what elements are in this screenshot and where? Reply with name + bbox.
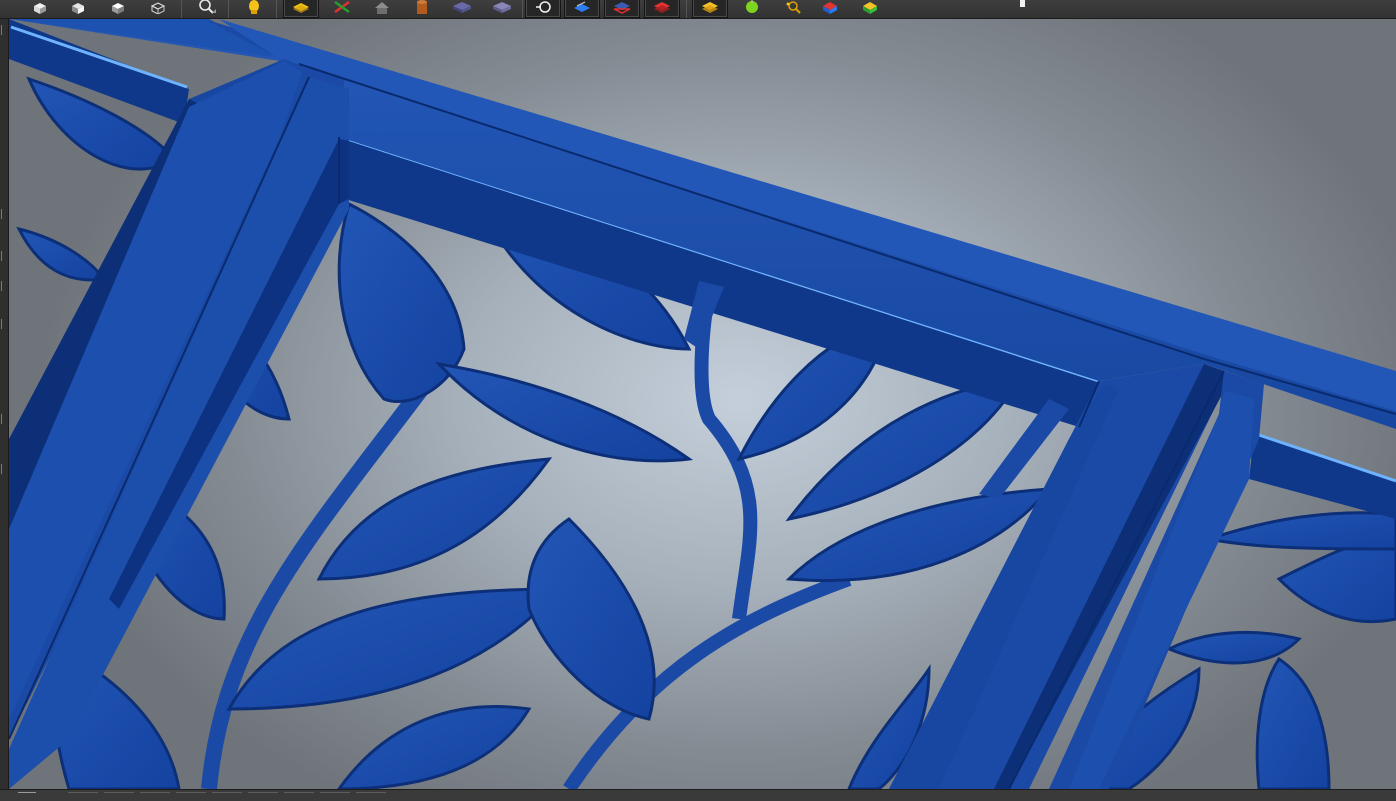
leaf-panel-model: [9, 19, 1396, 789]
bottom-tab[interactable]: [284, 792, 314, 800]
main-toolbar: [0, 0, 1396, 19]
view-front-cube-icon[interactable]: [22, 0, 58, 18]
green-yellow-cube-icon[interactable]: [852, 0, 888, 18]
red-layer-icon[interactable]: [644, 0, 680, 18]
view-top-cube-icon[interactable]: [100, 0, 136, 18]
bottom-tab[interactable]: [176, 792, 206, 800]
bottom-tab[interactable]: [212, 792, 242, 800]
green-sphere-icon[interactable]: [734, 0, 770, 18]
bottom-status-strip: [0, 789, 1396, 801]
left-strip-tick: [1, 209, 6, 219]
red-outline-layer-icon[interactable]: [604, 0, 640, 18]
view-right-cube-icon[interactable]: [60, 0, 96, 18]
rotate-view-icon[interactable]: [525, 0, 561, 18]
left-panel-strip: [0, 19, 9, 789]
cylinder-icon[interactable]: [404, 0, 440, 18]
bottom-tab[interactable]: [140, 792, 170, 800]
toolbar-separator: [181, 0, 182, 18]
bottom-tab[interactable]: [18, 792, 36, 800]
view-iso-cube-icon[interactable]: [140, 0, 176, 18]
transform-axes-icon[interactable]: [324, 0, 360, 18]
toolbar-separator: [228, 0, 229, 18]
bottom-tab[interactable]: [356, 792, 386, 800]
left-strip-tick: [1, 251, 6, 261]
blue-slab-icon[interactable]: [444, 0, 480, 18]
left-strip-handle[interactable]: [1, 25, 6, 35]
blue-layer-icon[interactable]: [564, 0, 600, 18]
house-model-icon[interactable]: [364, 0, 400, 18]
toolbar-separator: [522, 0, 523, 18]
layer-yellow-stack-icon[interactable]: [283, 0, 319, 18]
yellow-layer-icon[interactable]: [692, 0, 728, 18]
3d-viewport[interactable]: [9, 19, 1396, 789]
red-blue-cube-icon[interactable]: [812, 0, 848, 18]
bottom-tab[interactable]: [320, 792, 350, 800]
left-strip-tick: [1, 464, 6, 474]
purple-slab-icon[interactable]: [484, 0, 520, 18]
toolbar-separator: [686, 0, 687, 18]
left-strip-tick: [1, 281, 6, 291]
left-strip-tick: [1, 414, 6, 424]
bottom-tab[interactable]: [68, 792, 98, 800]
lighting-bulb-icon[interactable]: [236, 0, 272, 18]
toolbar-position-marker: [1020, 0, 1025, 7]
inspect-magnifier-icon[interactable]: [774, 0, 810, 18]
application-window: [0, 0, 1396, 801]
bottom-tab[interactable]: [104, 792, 134, 800]
left-strip-tick: [1, 319, 6, 329]
bottom-tab[interactable]: [248, 792, 278, 800]
zoom-magnifier-icon[interactable]: [188, 0, 224, 18]
toolbar-separator: [276, 0, 277, 18]
